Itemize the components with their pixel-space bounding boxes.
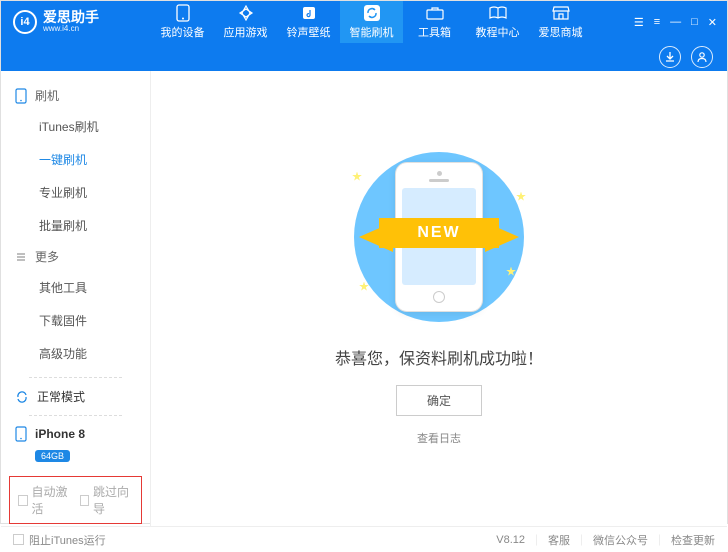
sidebar-item-advanced[interactable]: 高级功能	[1, 337, 150, 363]
user-button[interactable]	[691, 46, 713, 68]
success-illustration: NEW	[334, 152, 544, 322]
book-icon	[488, 4, 508, 22]
app-header: i4 爱思助手 www.i4.cn 我的设备 应用游戏 铃声壁纸 智能刷机 工具…	[1, 1, 727, 43]
sync-icon	[15, 390, 29, 404]
checkbox-auto-activate[interactable]: 自动激活	[18, 483, 72, 517]
sidebar-section-more: 更多	[1, 242, 150, 271]
status-bar: 阻止iTunes运行 V8.12｜ 客服｜ 微信公众号｜ 检查更新	[1, 526, 727, 552]
nav-flash[interactable]: 智能刷机	[340, 1, 403, 43]
top-nav: 我的设备 应用游戏 铃声壁纸 智能刷机 工具箱 教程中心 爱思商城	[151, 1, 624, 43]
sidebar-item-other[interactable]: 其他工具	[1, 271, 150, 304]
sidebar-item-firmware[interactable]: 下载固件	[1, 304, 150, 337]
header-right: ☰ ≡ — □ ✕	[624, 1, 727, 43]
ok-button[interactable]: 确定	[396, 385, 482, 416]
link-support[interactable]: 客服	[548, 532, 570, 548]
sidebar-item-itunes[interactable]: iTunes刷机	[1, 110, 150, 143]
nav-devices[interactable]: 我的设备	[151, 1, 214, 43]
nav-toolbox[interactable]: 工具箱	[403, 1, 466, 43]
sync-icon	[362, 4, 382, 22]
toolbox-icon	[425, 4, 445, 22]
link-wechat[interactable]: 微信公众号	[593, 532, 648, 548]
new-ribbon: NEW	[349, 218, 529, 253]
device-indicator[interactable]: iPhone 8	[15, 422, 136, 446]
window-controls: ☰ ≡ — □ ✕	[634, 16, 717, 29]
store-icon	[551, 4, 571, 22]
nav-tutorial[interactable]: 教程中心	[466, 1, 529, 43]
checkbox-skip-guide[interactable]: 跳过向导	[80, 483, 134, 517]
phone-icon	[15, 88, 27, 104]
download-button[interactable]	[659, 46, 681, 68]
sidebar-bottom: 正常模式 iPhone 8 64GB	[1, 363, 150, 470]
highlighted-options: 自动激活 跳过向导	[9, 476, 142, 524]
nav-apps[interactable]: 应用游戏	[214, 1, 277, 43]
settings-icon[interactable]: ≡	[654, 16, 660, 29]
success-title: 恭喜您，保资料刷机成功啦！	[335, 345, 543, 369]
mode-indicator[interactable]: 正常模式	[15, 384, 136, 409]
main-content: NEW 恭喜您，保资料刷机成功啦！ 确定 查看日志	[151, 71, 727, 526]
themes-icon[interactable]: ☰	[634, 16, 644, 29]
sidebar-item-onekey[interactable]: 一键刷机	[1, 143, 150, 176]
apps-icon	[236, 4, 256, 22]
more-icon	[15, 251, 27, 263]
maximize-icon[interactable]: □	[691, 16, 698, 29]
music-icon	[299, 4, 319, 22]
sidebar-section-flash: 刷机	[1, 81, 150, 110]
brand-url: www.i4.cn	[43, 25, 99, 34]
version-label: V8.12	[496, 534, 525, 546]
logo-icon: i4	[13, 10, 37, 34]
brand-logo: i4 爱思助手 www.i4.cn	[1, 1, 151, 43]
link-update[interactable]: 检查更新	[671, 532, 715, 548]
storage-badge: 64GB	[35, 450, 70, 462]
view-log-link[interactable]: 查看日志	[417, 430, 461, 446]
nav-store[interactable]: 爱思商城	[529, 1, 592, 43]
sidebar-item-pro[interactable]: 专业刷机	[1, 176, 150, 209]
phone-icon	[15, 426, 27, 442]
minimize-icon[interactable]: —	[670, 16, 681, 29]
sidebar-item-batch[interactable]: 批量刷机	[1, 209, 150, 242]
close-icon[interactable]: ✕	[708, 16, 717, 29]
nav-ringtones[interactable]: 铃声壁纸	[277, 1, 340, 43]
checkbox-block-itunes[interactable]: 阻止iTunes运行	[13, 532, 106, 548]
phone-icon	[173, 4, 193, 22]
brand-name: 爱思助手	[43, 10, 99, 25]
sidebar: 刷机 iTunes刷机 一键刷机 专业刷机 批量刷机 更多 其他工具 下载固件 …	[1, 71, 151, 526]
